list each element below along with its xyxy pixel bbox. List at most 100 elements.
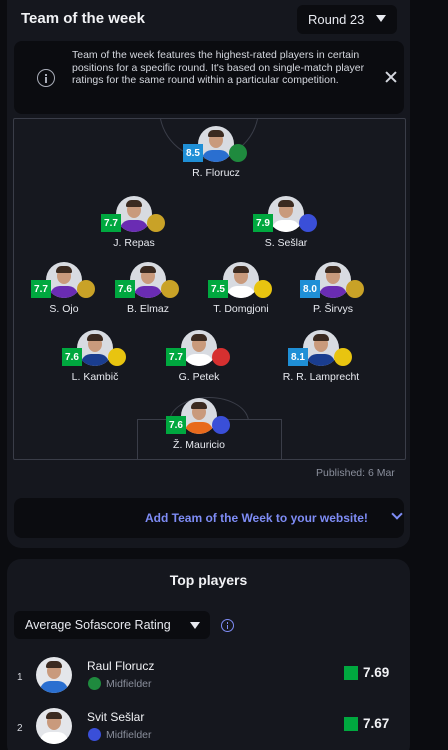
player-name: Ž. Mauricio [173,439,225,451]
avatar [36,708,72,744]
team-of-week-card: Team of the week Round 23 Team of the we… [7,0,410,548]
player-hair [313,334,329,341]
player-hair [191,402,207,409]
club-badge-icon [299,214,317,232]
info-icon[interactable] [221,619,234,632]
club-badge-icon [346,280,364,298]
round-label: Round 23 [308,12,365,27]
player-photo [198,126,234,162]
player-rating: 7.6 [166,416,186,434]
team-of-week-title: Team of the week [21,10,145,27]
caret-down-icon [190,622,200,629]
player-name: T. Domgjoni [213,303,269,315]
player-rating: 7.69 [363,665,390,680]
published-date: Published: 6 Mar [316,467,395,479]
club-badge-icon [254,280,272,298]
top-players-title: Top players [169,572,248,588]
player-photo [116,196,152,232]
player-rating: 7.6 [62,348,82,366]
player-rating: 7.6 [115,280,135,298]
player-shirt [227,286,255,298]
player-shirt [81,354,109,366]
metric-select[interactable]: Average Sofascore Rating [14,611,210,639]
player-shirt [319,286,347,298]
player-shirt [134,286,162,298]
player-rating: 7.5 [208,280,228,298]
metric-label: Average Sofascore Rating [25,618,171,632]
player-hair [56,266,72,273]
club-badge-icon [229,144,247,162]
player-hair [46,712,62,719]
club-badge-icon [88,728,101,741]
player-row[interactable]: 1 Raul Florucz Midfielder 7.69 [7,652,410,700]
player-rating: 7.7 [101,214,121,232]
round-select[interactable]: Round 23 [297,5,397,34]
player-hair [140,266,156,273]
top-players-card: Top players Average Sofascore Rating 1 Ra… [7,559,410,750]
player-rating: 8.0 [300,280,320,298]
player-rating: 8.1 [288,348,308,366]
player-shirt [185,354,213,366]
player-rank: 2 [17,723,23,734]
player-name: P. Širvys [312,303,354,315]
club-badge-icon [334,348,352,366]
player-rank: 1 [17,672,23,683]
player-hair [191,334,207,341]
player-shirt [120,220,148,232]
player-photo [268,196,304,232]
club-badge-icon [147,214,165,232]
player-position: Midfielder [106,678,152,690]
player-name: L. Kambič [71,371,119,383]
player-shirt [40,732,68,744]
player-name: Svit Sešlar [87,710,145,724]
player-rating: 7.67 [363,716,390,731]
player-shirt [50,286,78,298]
rating-badge-icon [344,717,358,731]
player-rating: 7.7 [166,348,186,366]
player-name: G. Petek [178,371,220,383]
rating-badge-icon [344,666,358,680]
player-row[interactable]: 2 Svit Sešlar Midfielder 7.67 [7,703,410,750]
player-hair [87,334,103,341]
info-banner: Team of the week features the highest-ra… [14,41,404,114]
player-photo [77,330,113,366]
player-photo [223,262,259,298]
info-icon [37,69,55,87]
player-shirt [202,150,230,162]
player-hair [208,130,224,137]
player-name: R. Florucz [192,167,240,179]
player-hair [46,661,62,668]
player-rating: 7.9 [253,214,273,232]
player-rating: 7.7 [31,280,51,298]
embed-team-button[interactable]: Add Team of the Week to your website! [14,498,404,538]
close-icon[interactable] [384,70,398,84]
club-badge-icon [88,677,101,690]
player-name: Raul Florucz [87,659,155,673]
avatar [36,657,72,693]
player-name: S. Sešlar [264,237,308,249]
player-rating: 8.5 [183,144,203,162]
player-shirt [40,681,68,693]
player-photo [303,330,339,366]
player-position: Midfielder [106,729,152,741]
player-photo [181,330,217,366]
player-shirt [185,422,213,434]
info-text: Team of the week features the highest-ra… [72,49,365,86]
club-badge-icon [77,280,95,298]
player-hair [126,200,142,207]
player-photo [315,262,351,298]
player-photo [46,262,82,298]
player-photo [181,398,217,434]
player-photo [130,262,166,298]
player-name: R. R. Lamprecht [282,371,360,383]
player-hair [278,200,294,207]
club-badge-icon [108,348,126,366]
player-shirt [307,354,335,366]
embed-label: Add Team of the Week to your website! [145,511,368,525]
club-badge-icon [212,348,230,366]
caret-down-icon [376,15,386,22]
player-name: J. Repas [113,237,155,249]
club-badge-icon [161,280,179,298]
chevron-down-icon [391,508,403,520]
player-hair [233,266,249,273]
